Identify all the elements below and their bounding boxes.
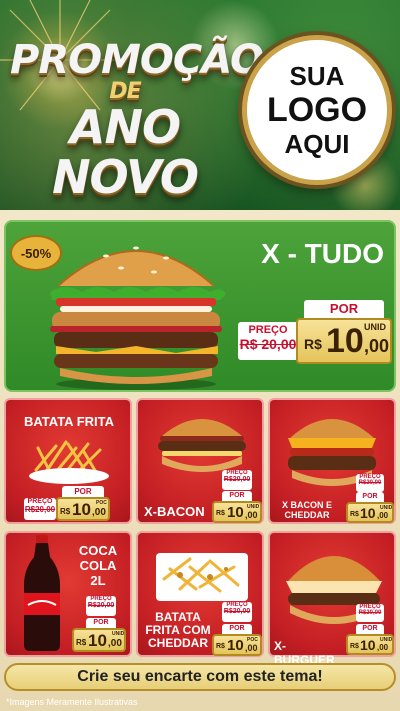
currency: R$ [350, 511, 359, 518]
logo-line-3: AQUI [284, 129, 350, 159]
price-integer: 10 [88, 631, 107, 650]
old-price-box: PREÇO R$20,00 [356, 474, 384, 492]
logo-line-1: SUA [289, 61, 345, 91]
por-label: POR [304, 300, 384, 318]
old-price-value: R$20,00 [223, 476, 251, 483]
old-price-box: PREÇO R$20,00 [24, 498, 56, 520]
old-price-value: R$20,00 [358, 610, 382, 616]
por-label: POR [356, 624, 384, 634]
currency: R$ [216, 643, 225, 650]
disclaimer: *Imagens Meramente Ilustrativas [6, 697, 138, 707]
featured-card: X - TUDO PREÇO R$ 20,00 POR R$ 10 ,00 UN… [4, 220, 396, 392]
price-integer: 10 [360, 637, 376, 653]
product-name: BATATA FRITA COM CHEDDAR [145, 610, 211, 650]
old-price-value: R$20,00 [87, 602, 115, 609]
old-price-value: R$20,00 [24, 505, 56, 514]
logo-placeholder: SUA LOGO AQUI [242, 35, 392, 185]
por-label: POR [86, 618, 116, 628]
currency: R$ [76, 638, 87, 647]
old-price-value: R$20,00 [223, 608, 251, 615]
old-price-box: PREÇO R$20,00 [222, 602, 252, 622]
product-name: BATATA FRITA [23, 414, 114, 429]
old-price-box: PREÇO R$ 20,00 [238, 322, 298, 360]
new-price-box: R$ 10 ,00 UNID [296, 318, 392, 364]
new-price-box: R$ 10 ,00 POC [212, 634, 262, 656]
old-price-label: PREÇO [27, 498, 53, 505]
unit-label: UNID [247, 504, 260, 510]
fries-cheddar-icon [156, 553, 248, 601]
por-label: POR [222, 624, 252, 634]
currency: R$ [60, 507, 71, 516]
flyer: PROMOÇÃO DE ANO NOVO SUA LOGO AQUI X - T… [0, 0, 400, 711]
unit-label: UNID [112, 631, 125, 637]
unit-label: UNID [380, 637, 393, 643]
currency: R$ [304, 336, 322, 352]
por-label: POR [62, 486, 104, 497]
price-decimal: ,00 [377, 511, 389, 520]
headline-line-2: DE [109, 79, 141, 104]
price-decimal: ,00 [377, 643, 389, 652]
price-decimal: ,00 [108, 638, 122, 649]
old-price-box: PREÇO R$20,00 [356, 604, 384, 622]
old-price-value: R$ 20,00 [239, 336, 297, 352]
unit-label: UNID [364, 322, 386, 332]
price-integer: 10 [227, 637, 244, 654]
currency: R$ [216, 510, 225, 517]
old-price-box: PREÇO R$20,00 [86, 596, 116, 616]
cta-banner[interactable]: Crie seu encarte com este tema! [4, 663, 396, 691]
old-price-box: PREÇO R$20,00 [222, 470, 252, 490]
soda-bottle-icon [24, 535, 60, 651]
currency: R$ [350, 643, 359, 650]
logo-line-2: LOGO [266, 91, 368, 129]
new-price-box: R$ 10 ,00 UNID [212, 501, 262, 523]
por-label: POR [356, 492, 384, 502]
new-price-box: R$ 10 ,00 UNID [72, 628, 126, 652]
product-name: X BACON E CHEDDAR [281, 500, 332, 520]
unit-label: UNID [380, 505, 393, 511]
price-integer: 10 [72, 500, 91, 519]
price-decimal: ,00 [245, 643, 258, 653]
price-integer: 10 [360, 505, 376, 521]
burger-icon [50, 246, 226, 390]
por-label: POR [222, 491, 252, 501]
product-name: COCA COLA 2L [78, 543, 118, 588]
promo-headline: PROMOÇÃO DE ANO NOVO [10, 37, 264, 204]
featured-title: X - TUDO [261, 238, 384, 269]
headline-line-1: PROMOÇÃO [10, 37, 264, 83]
price-integer: 10 [227, 504, 244, 521]
fries-icon [29, 440, 109, 484]
burger-icon [158, 419, 246, 472]
old-price-value: R$20,00 [358, 480, 382, 486]
price-integer: 10 [326, 322, 364, 360]
product-name: X-BACON [144, 504, 205, 519]
headline-line-3: ANO NOVO [52, 100, 199, 204]
unit-label: POC [247, 637, 258, 643]
discount-badge: -50% [10, 235, 62, 271]
price-decimal: ,00 [245, 510, 258, 520]
new-price-box: R$ 10 ,00 UNID [346, 634, 394, 655]
price-decimal: ,00 [92, 507, 106, 518]
new-price-box: R$ 10 ,00 UNID [346, 502, 394, 523]
old-price-label: PREÇO [248, 324, 288, 336]
price-decimal: ,00 [364, 336, 390, 356]
new-price-box: R$ 10 ,00 POC [56, 497, 110, 521]
unit-label: POC [96, 500, 107, 506]
